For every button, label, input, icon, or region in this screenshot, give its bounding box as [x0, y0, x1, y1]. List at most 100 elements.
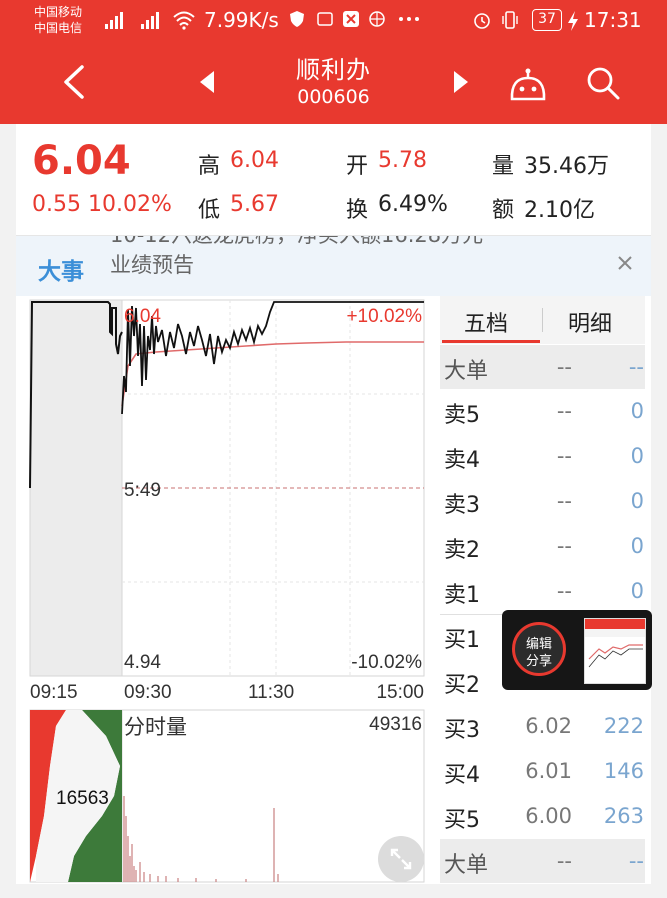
net-speed: 7.99K/s — [204, 8, 279, 32]
book-tabs: 五档 明细 — [440, 296, 645, 344]
book-row-buy4[interactable]: 买4 6.01 146 — [440, 749, 645, 793]
right-gutter — [651, 124, 667, 898]
carrier-2: 中国电信 — [34, 21, 83, 35]
quote-panel[interactable]: 6.04 0.55 10.02% 高 6.04 低 5.67 开 5.78 换 … — [16, 124, 651, 236]
shield-icon — [290, 11, 304, 27]
volume-value: 35.46万 — [524, 154, 609, 179]
message-icon — [317, 12, 333, 26]
stock-name: 顺利办 — [296, 56, 371, 84]
next-stock-icon[interactable] — [452, 70, 470, 94]
book-row-sell5[interactable]: 卖5 -- 0 — [440, 389, 645, 433]
robot-assistant-icon[interactable] — [508, 68, 548, 102]
battery-indicator: 37 — [532, 9, 562, 31]
high-label: 高 — [198, 154, 221, 179]
active-tab-indicator — [442, 340, 540, 343]
price-change: 0.55 10.02% — [32, 192, 172, 217]
row-volume: 146 — [603, 759, 644, 783]
row-label: 买2 — [444, 673, 480, 698]
low-label: 低 — [198, 198, 221, 223]
tab-separator — [542, 308, 543, 332]
news-banner[interactable]: 大事 10-12六返龙虎榜，净买入额16.28万元 业绩预告 — [16, 236, 651, 296]
close-icon[interactable] — [614, 252, 636, 274]
book-row-sell2[interactable]: 卖2 -- 0 — [440, 524, 645, 568]
wifi-icon — [173, 11, 195, 30]
row-price: -- — [556, 399, 572, 423]
row-volume: 0 — [630, 399, 644, 423]
stock-code: 000606 — [297, 86, 370, 108]
row-label: 大单 — [444, 853, 489, 878]
auction-panel — [30, 300, 122, 676]
edit-share-button[interactable]: 编辑 分享 — [512, 622, 566, 676]
amount-value: 2.10亿 — [524, 198, 595, 223]
screen: 中国移动 中国电信 7.99K/s 37 17:31 顺利办 000606 6.… — [0, 0, 667, 898]
row-price: 6.01 — [525, 759, 572, 783]
row-price: 6.02 — [525, 714, 572, 738]
thumbnail-image — [585, 619, 645, 668]
signal-2-icon — [141, 12, 159, 29]
nav-bar: 顺利办 000606 — [0, 42, 667, 124]
row-volume: 263 — [603, 804, 644, 828]
row-label: 买4 — [444, 763, 480, 788]
row-price: -- — [556, 355, 572, 379]
row-label: 卖5 — [444, 403, 480, 428]
row-label: 买5 — [444, 808, 480, 833]
news-line-1: 10-12六返龙虎榜，净买入额16.28万元 — [110, 236, 580, 250]
row-volume: 0 — [630, 534, 644, 558]
share-widget[interactable]: 编辑 分享 — [502, 610, 652, 690]
low-value: 5.67 — [230, 192, 279, 217]
bottom-strip — [16, 884, 651, 898]
news-text: 10-12六返龙虎榜，净买入额16.28万元 业绩预告 — [110, 236, 580, 280]
intraday-chart[interactable]: 6.04 +10.02% 5:49 4.94 -10.02% 09:15 09:… — [16, 296, 436, 884]
row-volume: 0 — [630, 444, 644, 468]
globe-icon — [369, 11, 385, 27]
volume-label: 量 — [492, 154, 515, 179]
tab-details[interactable]: 明细 — [568, 306, 612, 338]
charging-icon — [568, 11, 578, 31]
row-price: -- — [556, 579, 572, 603]
turnover-value: 6.49% — [378, 192, 448, 217]
search-icon[interactable] — [586, 66, 620, 100]
row-label: 卖2 — [444, 538, 480, 563]
clock: 17:31 — [584, 8, 642, 32]
pct-top-label: +10.02% — [346, 306, 422, 327]
row-price: -- — [556, 489, 572, 513]
vibrate-icon — [502, 11, 518, 29]
time-label-0915: 09:15 — [30, 682, 78, 703]
time-label-1130: 11:30 — [248, 682, 294, 703]
book-row-sell1[interactable]: 卖1 -- 0 — [440, 569, 645, 613]
battery-level: 37 — [538, 11, 556, 27]
book-row-buy3[interactable]: 买3 6.02 222 — [440, 704, 645, 748]
open-value: 5.78 — [378, 148, 427, 173]
order-book: 五档 明细 大单 -- -- 卖5 -- 0 卖4 -- 0 卖3 -- 0 卖… — [440, 296, 645, 884]
current-price: 6.04 — [32, 138, 131, 184]
row-label: 卖3 — [444, 493, 480, 518]
more-icon — [399, 17, 419, 21]
chart-svg: 6.04 +10.02% 5:49 4.94 -10.02% 09:15 09:… — [29, 299, 425, 883]
row-label: 买3 — [444, 718, 480, 743]
screenshot-thumbnail[interactable] — [584, 618, 646, 684]
book-row-sell4[interactable]: 卖4 -- 0 — [440, 434, 645, 478]
time-label-0930: 09:30 — [124, 682, 172, 703]
row-price: -- — [556, 444, 572, 468]
news-line-2: 业绩预告 — [110, 253, 194, 277]
row-volume: -- — [628, 849, 644, 873]
tab-five-levels[interactable]: 五档 — [464, 306, 508, 338]
signal-icon — [105, 12, 123, 29]
book-row-big-order-sell[interactable]: 大单 -- -- — [440, 345, 645, 389]
share-label-2: 分享 — [525, 654, 552, 669]
open-label: 开 — [346, 154, 369, 179]
row-volume: 0 — [630, 579, 644, 603]
book-row-buy5[interactable]: 买5 6.00 263 — [440, 794, 645, 838]
book-row-big-order-buy[interactable]: 大单 -- -- — [440, 839, 645, 883]
row-price: -- — [556, 534, 572, 558]
book-row-sell3[interactable]: 卖3 -- 0 — [440, 479, 645, 523]
alarm-icon — [474, 13, 490, 29]
volume-max-label: 49316 — [369, 714, 422, 735]
status-bar: 中国移动 中国电信 7.99K/s 37 17:31 — [0, 0, 667, 42]
pct-bottom-label: -10.02% — [351, 652, 422, 673]
expand-button[interactable] — [378, 836, 424, 882]
row-volume: 222 — [603, 714, 644, 738]
row-label: 卖4 — [444, 448, 480, 473]
row-volume: -- — [628, 355, 644, 379]
price-top-label: 6.04 — [124, 306, 161, 327]
